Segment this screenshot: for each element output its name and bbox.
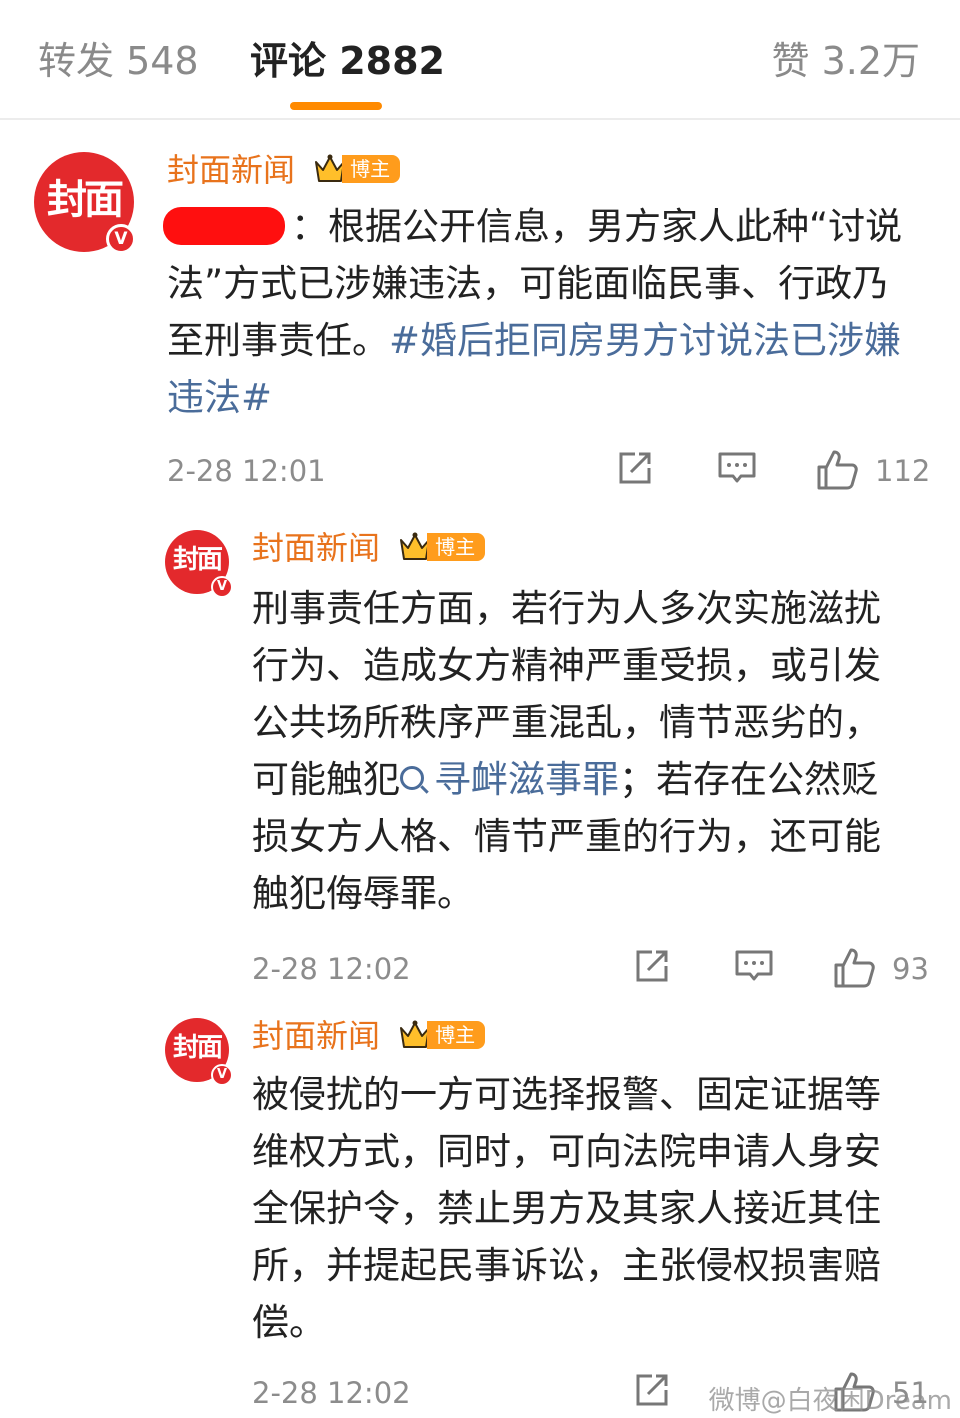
share-icon[interactable] [615, 448, 659, 492]
comment-text: ：根据公开信息，男方家人此种“讨说法”方式已涉嫌违法，可能面临民事、行政乃至刑事… [163, 198, 919, 426]
verified-badge-icon: V [106, 224, 136, 254]
search-icon [400, 766, 424, 790]
badge-label: 博主 [427, 533, 486, 561]
username[interactable]: 封面新闻 [252, 528, 380, 568]
comment-time: 2-28 12:02 [252, 1376, 411, 1410]
avatar-logo: 封面 [47, 176, 124, 223]
avatar-logo: 封面 [172, 545, 223, 575]
reply-item: 封面 V 封面新闻 博主 被侵扰的一方可选择报警、固定证据等维权方式，同时，可向… [0, 1008, 960, 1418]
share-icon[interactable] [632, 1370, 676, 1414]
verified-badge-icon: V [211, 1064, 233, 1086]
comment-meta: 2-28 12:01 112 [167, 448, 932, 496]
comment-text: 被侵扰的一方可选择报警、固定证据等维权方式，同时，可向法院申请人身安全保护令，禁… [252, 1073, 881, 1344]
avatar[interactable]: 封面 V [165, 530, 233, 598]
redacted-mention [163, 207, 285, 245]
blogger-badge: 博主 [399, 532, 486, 564]
comment-text: 刑事责任方面，若行为人多次实施滋扰行为、造成女方精神严重受损，或引发公共场所秩序… [252, 587, 881, 915]
comment-tabs: 转发 548 评论 2882 赞 3.2万 [0, 0, 960, 120]
search-link[interactable]: 寻衅滋事罪 [400, 758, 619, 801]
reply-icon[interactable] [717, 448, 761, 492]
tab-comments[interactable]: 评论 2882 [250, 38, 445, 84]
tab-repost[interactable]: 转发 548 [38, 38, 199, 84]
username[interactable]: 封面新闻 [167, 150, 295, 190]
share-icon[interactable] [632, 946, 676, 990]
badge-label: 博主 [342, 155, 401, 183]
reply-item: 封面 V 封面新闻 博主 刑事责任方面，若行为人多次实施滋扰行为、造成女方精神严… [0, 520, 960, 1000]
comment-meta: 2-28 12:02 93 [252, 946, 932, 994]
comment-time: 2-28 12:01 [167, 454, 326, 488]
like-count: 112 [875, 454, 931, 488]
like-icon[interactable] [815, 448, 859, 492]
username[interactable]: 封面新闻 [252, 1016, 380, 1056]
comment-time: 2-28 12:02 [252, 952, 411, 986]
reply-icon[interactable] [734, 946, 778, 990]
like-icon[interactable] [832, 946, 876, 990]
comment-item: 封面 V 封面新闻 博主 ：根据公开信息，男方家人此种“讨说法”方式已涉嫌违法，… [0, 130, 960, 510]
watermark: 微博@白夜困Dream [708, 1386, 952, 1416]
active-tab-indicator [290, 102, 382, 110]
like-count: 93 [892, 952, 929, 986]
avatar[interactable]: 封面 V [34, 152, 136, 254]
avatar[interactable]: 封面 V [165, 1018, 233, 1086]
blogger-badge: 博主 [314, 154, 401, 186]
avatar-logo: 封面 [172, 1033, 223, 1063]
blogger-badge: 博主 [399, 1020, 486, 1052]
tab-likes[interactable]: 赞 3.2万 [771, 38, 920, 84]
badge-label: 博主 [427, 1021, 486, 1049]
verified-badge-icon: V [211, 576, 233, 598]
